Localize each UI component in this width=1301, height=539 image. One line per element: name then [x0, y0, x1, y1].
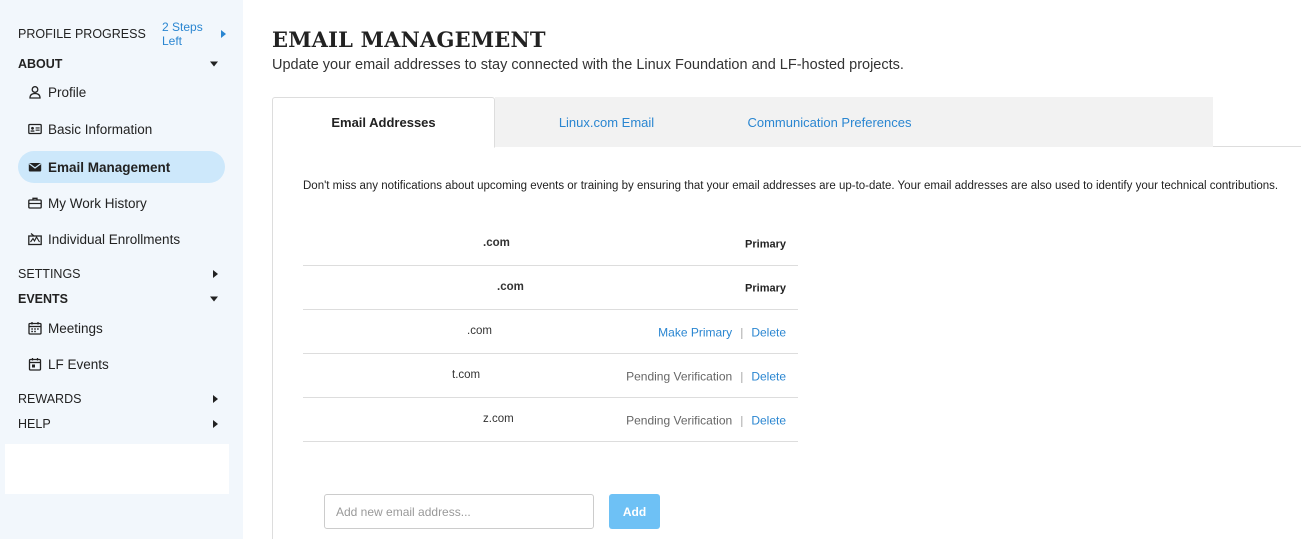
section-rewards-label: REWARDS	[18, 392, 82, 406]
section-rewards[interactable]: REWARDS	[18, 389, 226, 409]
email-address: .com	[497, 280, 524, 293]
calendar-event-icon	[28, 357, 42, 371]
sidebar-item-label: Meetings	[48, 320, 103, 336]
calendar-icon	[28, 321, 42, 335]
sidebar-item-individual-enrollments[interactable]: Individual Enrollments	[18, 223, 225, 255]
section-settings-label: SETTINGS	[18, 267, 81, 281]
page-subtitle: Update your email addresses to stay conn…	[272, 57, 904, 73]
tab-panel-email-addresses: Don't miss any notifications about upcom…	[272, 147, 1301, 539]
caret-right-icon	[221, 30, 226, 38]
email-row: t.com Pending Verification | Delete	[303, 354, 798, 398]
briefcase-icon	[28, 196, 42, 210]
caret-right-icon	[213, 395, 218, 403]
sidebar: PROFILE PROGRESS 2 Steps Left ABOUT Prof…	[0, 0, 243, 539]
sidebar-item-basic-information[interactable]: Basic Information	[18, 113, 225, 145]
email-address: .com	[483, 236, 510, 249]
delete-link[interactable]: Delete	[751, 369, 786, 383]
sidebar-item-label: Individual Enrollments	[48, 231, 181, 247]
section-help-label: HELP	[18, 417, 51, 431]
sidebar-item-email-management[interactable]: Email Management	[18, 151, 225, 183]
separator: |	[740, 413, 744, 428]
email-row: .com Primary	[303, 266, 798, 310]
pending-verification-label: Pending Verification	[626, 413, 733, 428]
caret-down-icon	[210, 296, 218, 302]
sidebar-item-label: Email Management	[48, 159, 171, 175]
steps-left-label: 2 Steps Left	[162, 20, 203, 48]
sidebar-item-work-history[interactable]: My Work History	[18, 187, 225, 219]
email-row: .com Make Primary | Delete	[303, 310, 798, 354]
tab-email-addresses[interactable]: Email Addresses	[272, 97, 495, 148]
steps-left-link[interactable]: 2 Steps Left	[162, 20, 226, 48]
signature-icon	[28, 232, 42, 246]
section-events[interactable]: EVENTS	[18, 289, 226, 309]
section-about[interactable]: ABOUT	[18, 54, 226, 74]
section-about-label: ABOUT	[18, 57, 63, 71]
email-row: z.com Pending Verification | Delete	[303, 398, 798, 442]
sidebar-item-label: Profile	[48, 84, 87, 100]
page-title: EMAIL MANAGEMENT	[272, 27, 546, 52]
main-content: EMAIL MANAGEMENT Update your email addre…	[272, 0, 1301, 539]
tab-bar: Email Addresses Linux.com Email Communic…	[272, 97, 1301, 148]
delete-link[interactable]: Delete	[751, 413, 786, 427]
intro-text: Don't miss any notifications about upcom…	[303, 180, 1279, 192]
sidebar-blank-panel	[5, 444, 229, 494]
add-email-button[interactable]: Add	[609, 494, 660, 529]
tab-linux-com-email[interactable]: Linux.com Email	[495, 97, 718, 147]
primary-badge: Primary	[745, 282, 786, 295]
email-list: .com Primary .com Primary .com Make Prim…	[303, 223, 798, 442]
sidebar-item-lf-events[interactable]: LF Events	[18, 348, 225, 380]
separator: |	[740, 325, 744, 340]
email-address: t.com	[452, 368, 481, 381]
sidebar-item-meetings[interactable]: Meetings	[18, 312, 225, 344]
primary-badge: Primary	[745, 238, 786, 251]
tab-communication-preferences[interactable]: Communication Preferences	[718, 97, 941, 147]
caret-down-icon	[210, 61, 218, 67]
email-address: z.com	[483, 412, 514, 425]
profile-progress-label: PROFILE PROGRESS	[18, 27, 146, 41]
sidebar-item-label: My Work History	[48, 195, 147, 211]
id-card-icon	[28, 122, 42, 136]
add-email-input[interactable]	[324, 494, 594, 529]
pending-verification-label: Pending Verification	[626, 369, 733, 384]
email-row: .com Primary	[303, 223, 798, 266]
section-events-label: EVENTS	[18, 292, 69, 306]
user-icon	[28, 85, 42, 99]
caret-right-icon	[213, 270, 218, 278]
make-primary-link[interactable]: Make Primary	[658, 325, 732, 339]
sidebar-item-label: LF Events	[48, 356, 109, 372]
section-settings[interactable]: SETTINGS	[18, 264, 226, 284]
delete-link[interactable]: Delete	[751, 325, 786, 339]
email-address: .com	[467, 324, 492, 337]
sidebar-item-label: Basic Information	[48, 121, 153, 137]
envelope-icon	[28, 160, 42, 174]
sidebar-item-profile[interactable]: Profile	[18, 76, 225, 108]
section-help[interactable]: HELP	[18, 414, 226, 434]
separator: |	[740, 369, 744, 384]
caret-right-icon	[213, 420, 218, 428]
profile-progress: PROFILE PROGRESS 2 Steps Left	[18, 20, 226, 48]
